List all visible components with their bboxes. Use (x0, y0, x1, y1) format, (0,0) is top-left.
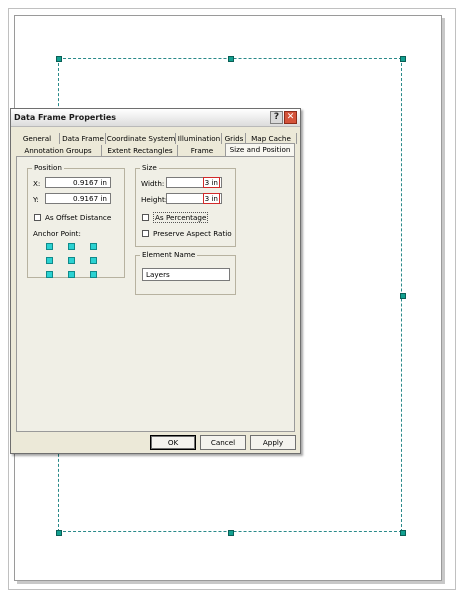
selection-handle-bottom-middle[interactable] (228, 530, 234, 536)
tab-coordinate-system[interactable]: Coordinate System (105, 133, 176, 144)
selection-handle-top-middle[interactable] (228, 56, 234, 62)
selection-handle-bottom-right[interactable] (400, 530, 406, 536)
element-name-group: Element Name Layers (135, 250, 236, 295)
width-label: Width: (141, 179, 165, 188)
height-value: 3 in (202, 193, 220, 204)
tab-data-frame[interactable]: Data Frame (59, 133, 106, 144)
anchor-bottom-center[interactable] (68, 271, 75, 278)
tab-illumination[interactable]: Illumination (175, 133, 222, 144)
width-input[interactable]: 3 in (166, 177, 222, 188)
as-percentage-label: As Percentage (153, 212, 209, 223)
x-label: X: (33, 179, 41, 188)
anchor-top-left[interactable] (46, 243, 53, 250)
tab-size-and-position[interactable]: Size and Position (225, 143, 295, 157)
tab-row-bottom: Annotation Groups Extent Rectangles Fram… (15, 143, 299, 157)
y-input[interactable]: 0.9167 in (45, 193, 111, 204)
apply-button[interactable]: Apply (250, 435, 296, 450)
data-frame-properties-dialog: Data Frame Properties ? ✕ General Data F… (10, 108, 301, 454)
anchor-point-picker (46, 243, 97, 278)
anchor-middle-right[interactable] (90, 257, 97, 264)
as-percentage-checkbox[interactable] (142, 214, 149, 221)
anchor-center[interactable] (68, 257, 75, 264)
selection-handle-middle-right[interactable] (400, 293, 406, 299)
tab-annotation-groups[interactable]: Annotation Groups (15, 145, 101, 156)
close-icon[interactable]: ✕ (284, 111, 297, 124)
element-name-input[interactable]: Layers (142, 268, 230, 281)
preserve-aspect-ratio-checkbox[interactable] (142, 230, 149, 237)
as-offset-distance-label: As Offset Distance (45, 213, 112, 222)
as-offset-distance-checkbox[interactable] (34, 214, 41, 221)
anchor-top-right[interactable] (90, 243, 97, 250)
tab-general[interactable]: General (15, 133, 59, 144)
size-group: Size Width: 3 in Height: 3 in As Percent… (135, 163, 236, 247)
position-group: Position X: 0.9167 in Y: 0.9167 in As Of… (27, 163, 125, 278)
selection-handle-bottom-left[interactable] (56, 530, 62, 536)
tab-frame[interactable]: Frame (177, 145, 226, 156)
anchor-top-center[interactable] (68, 243, 75, 250)
dialog-titlebar[interactable]: Data Frame Properties ? ✕ (11, 109, 300, 127)
preserve-aspect-ratio-label: Preserve Aspect Ratio (153, 229, 232, 238)
position-group-title: Position (32, 163, 64, 172)
ok-button[interactable]: OK (150, 435, 196, 450)
anchor-middle-left[interactable] (46, 257, 53, 264)
anchor-bottom-left[interactable] (46, 271, 53, 278)
size-and-position-panel: Position X: 0.9167 in Y: 0.9167 in As Of… (16, 156, 295, 432)
height-input[interactable]: 3 in (166, 193, 222, 204)
element-name-group-title: Element Name (140, 250, 198, 259)
selection-handle-top-left[interactable] (56, 56, 62, 62)
height-label: Height: (141, 195, 168, 204)
selection-handle-top-right[interactable] (400, 56, 406, 62)
y-label: Y: (33, 195, 39, 204)
help-icon[interactable]: ? (270, 111, 283, 124)
anchor-bottom-right[interactable] (90, 271, 97, 278)
size-group-title: Size (140, 163, 159, 172)
x-input[interactable]: 0.9167 in (45, 177, 111, 188)
dialog-title: Data Frame Properties (14, 113, 117, 122)
anchor-point-label: Anchor Point: (33, 229, 81, 238)
width-value: 3 in (202, 177, 220, 188)
cancel-button[interactable]: Cancel (200, 435, 246, 450)
tab-extent-rectangles[interactable]: Extent Rectangles (101, 145, 178, 156)
